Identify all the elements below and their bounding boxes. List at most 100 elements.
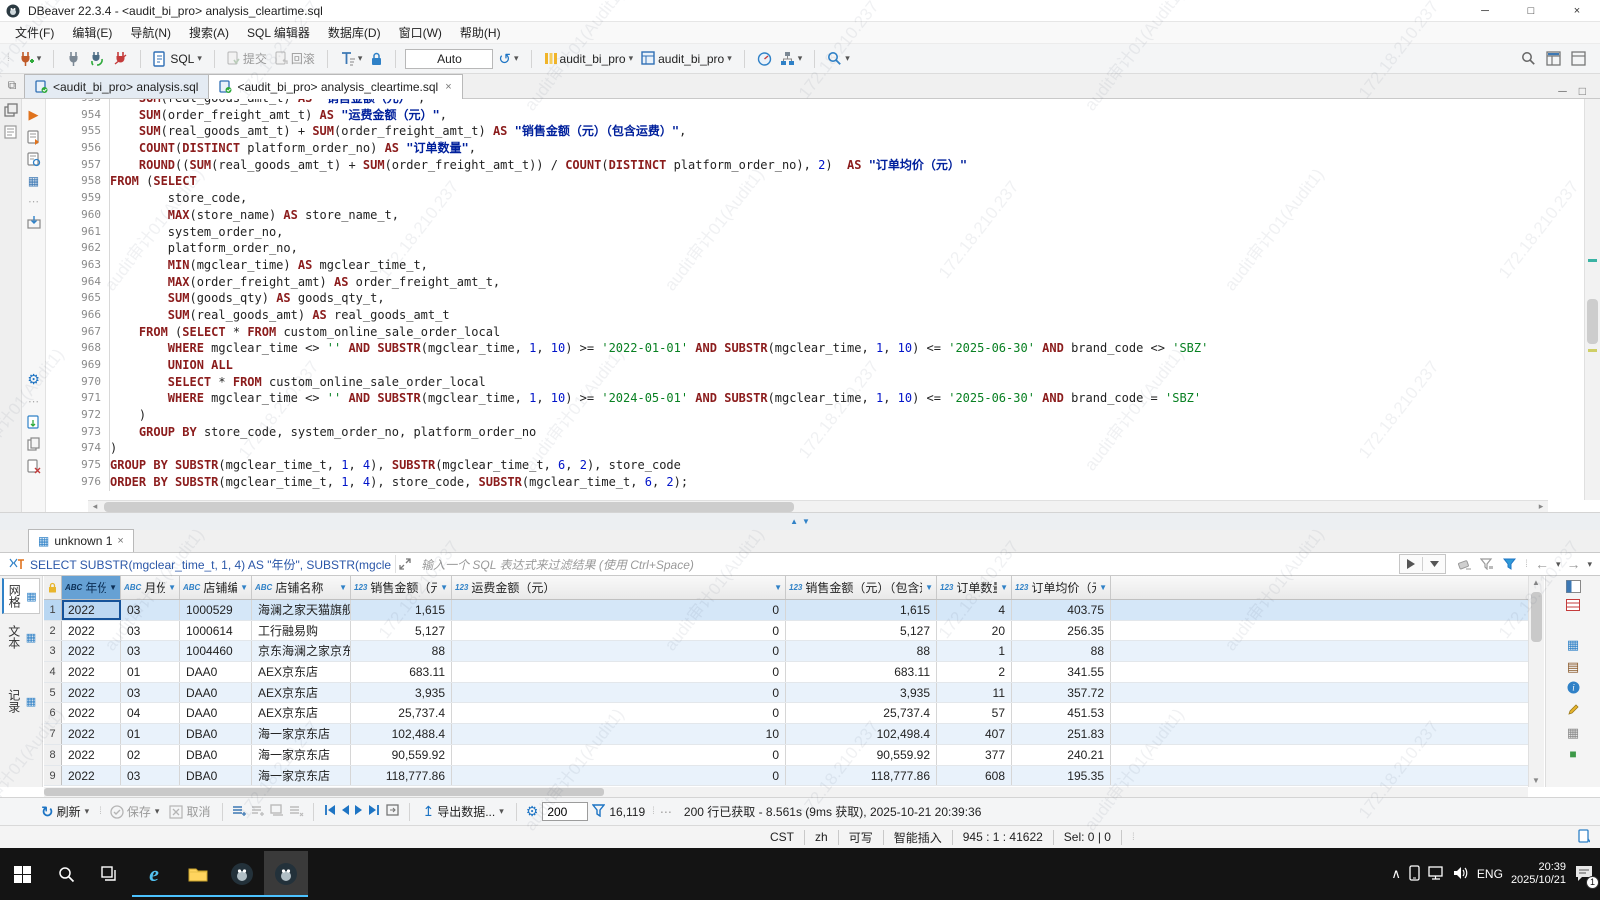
table-cell[interactable]: 341.55 bbox=[1012, 662, 1111, 682]
settings-gear-icon[interactable]: ⚙ bbox=[27, 371, 40, 388]
tray-phone-icon[interactable] bbox=[1409, 865, 1420, 884]
restore-panel-icon[interactable]: ⧉ bbox=[0, 73, 24, 98]
column-header[interactable]: ABC店铺编码▼ bbox=[180, 576, 252, 599]
table-cell[interactable]: DBA0 bbox=[180, 745, 252, 765]
table-cell[interactable]: 11 bbox=[937, 683, 1012, 703]
code-line[interactable]: WHERE mgclear_time <> '' AND SUBSTR(mgcl… bbox=[110, 390, 1548, 407]
menu-item[interactable]: SQL 编辑器 bbox=[238, 22, 319, 44]
row-number[interactable]: 3 bbox=[44, 641, 62, 661]
window-maximize-button[interactable]: □ bbox=[1508, 0, 1554, 22]
dbeaver-taskbar-button-active[interactable] bbox=[264, 851, 308, 897]
table-cell[interactable]: 03 bbox=[121, 621, 180, 641]
table-cell[interactable]: 90,559.92 bbox=[351, 745, 452, 765]
explain-icon[interactable] bbox=[27, 152, 41, 167]
code-line[interactable]: WHERE mgclear_time <> '' AND SUBSTR(mgcl… bbox=[110, 340, 1548, 357]
table-cell[interactable]: 2022 bbox=[62, 703, 121, 723]
dropdown-icon[interactable]: ▾ bbox=[85, 806, 90, 817]
filter-history-icon[interactable] bbox=[1423, 555, 1445, 573]
previous-row-icon[interactable] bbox=[340, 804, 350, 819]
table-cell[interactable]: 118,777.86 bbox=[351, 766, 452, 786]
row-number[interactable]: 4 bbox=[44, 662, 62, 682]
table-cell[interactable]: 1 bbox=[937, 641, 1012, 661]
delete-script-icon[interactable] bbox=[27, 459, 41, 474]
code-line[interactable]: SUM(real_goods_amt) AS real_goods_amt_t bbox=[110, 307, 1548, 324]
table-cell[interactable]: 683.11 bbox=[351, 662, 452, 682]
column-header[interactable]: ABC年份▼ bbox=[62, 576, 121, 599]
table-cell[interactable]: DAA0 bbox=[180, 683, 252, 703]
column-menu-icon[interactable]: ▼ bbox=[925, 583, 933, 592]
export-result-icon[interactable] bbox=[27, 215, 41, 229]
table-cell[interactable]: 03 bbox=[121, 766, 180, 786]
schema-select[interactable]: audit_bi_pro ▾ bbox=[638, 49, 735, 68]
quick-search-icon[interactable] bbox=[1521, 51, 1536, 66]
scroll-up-icon[interactable]: ▲ bbox=[1532, 578, 1540, 587]
table-cell[interactable]: 3,935 bbox=[786, 683, 937, 703]
table-cell[interactable]: 02 bbox=[121, 745, 180, 765]
transaction-log-button[interactable]: ▾ bbox=[337, 49, 366, 68]
taskbar-search-button[interactable] bbox=[44, 851, 88, 897]
execute-script-icon[interactable] bbox=[27, 130, 41, 145]
table-cell[interactable]: 京东海澜之家京东旗舰店 bbox=[252, 641, 351, 661]
row-number[interactable]: 1 bbox=[44, 600, 62, 620]
value-viewer-icon[interactable]: ▦ bbox=[1567, 637, 1579, 653]
table-cell[interactable]: 海一家京东店 bbox=[252, 745, 351, 765]
tray-volume-icon[interactable] bbox=[1453, 866, 1469, 883]
scroll-right-icon[interactable]: ▸ bbox=[1534, 501, 1548, 513]
code-line[interactable]: ORDER BY SUBSTR(mgclear_time_t, 1, 4), s… bbox=[110, 474, 1548, 491]
commit-button[interactable]: 提交 bbox=[224, 48, 270, 69]
column-header[interactable]: 123销售金额（元）（包含运费）▼ bbox=[786, 576, 937, 599]
sash-expand-icon[interactable]: ▼ bbox=[802, 517, 810, 526]
row-number[interactable]: 9 bbox=[44, 766, 62, 786]
apply-filter-icon[interactable] bbox=[1400, 555, 1422, 573]
table-cell[interactable]: 407 bbox=[937, 724, 1012, 744]
table-cell[interactable]: 377 bbox=[937, 745, 1012, 765]
table-cell[interactable]: 0 bbox=[452, 703, 786, 723]
perspective-icon[interactable] bbox=[1546, 51, 1561, 66]
menu-item[interactable]: 编辑(E) bbox=[63, 22, 121, 44]
disconnect-button[interactable] bbox=[110, 49, 131, 68]
code-area[interactable]: SUM(real_goods_amt_t) AS "销售金额（元）", SUM(… bbox=[110, 99, 1548, 491]
code-line[interactable]: UNION ALL bbox=[110, 357, 1548, 374]
goto-row-icon[interactable] bbox=[385, 803, 400, 820]
table-cell[interactable]: 195.35 bbox=[1012, 766, 1111, 786]
clear-filter-icon[interactable] bbox=[1456, 555, 1474, 573]
editor-horizontal-scrollbar[interactable]: ◂ ▸ bbox=[88, 500, 1548, 512]
more-options-icon[interactable]: ⋯ bbox=[28, 395, 39, 408]
save-button[interactable]: 保存 ▾ bbox=[107, 801, 163, 822]
table-row[interactable]: 9202203DBA0海一家京东店118,777.860118,777.8660… bbox=[44, 766, 1528, 787]
grid-panel-icon[interactable]: ▦ bbox=[1567, 725, 1579, 741]
code-line[interactable]: SUM(goods_qty) AS goods_qty_t, bbox=[110, 290, 1548, 307]
table-cell[interactable]: 01 bbox=[121, 662, 180, 682]
record-mode-icon[interactable] bbox=[1566, 599, 1580, 611]
view-tab-grid[interactable]: ▦网格 bbox=[2, 578, 39, 614]
maximize-editor-icon[interactable]: □ bbox=[1579, 84, 1586, 98]
connect-button[interactable] bbox=[63, 49, 84, 68]
code-line[interactable]: MIN(mgclear_time) AS mgclear_time_t, bbox=[110, 257, 1548, 274]
database-select[interactable]: audit_bi_pro ▾ bbox=[541, 49, 637, 68]
action-center-button[interactable]: 1 bbox=[1574, 864, 1594, 885]
expand-filter-icon[interactable] bbox=[395, 555, 413, 573]
table-row[interactable]: 4202201DAA0AEX京东店683.110683.112341.55 bbox=[44, 662, 1528, 683]
table-cell[interactable]: 20 bbox=[937, 621, 1012, 641]
filters-forward-icon[interactable]: → bbox=[1564, 555, 1582, 573]
table-cell[interactable]: 1,615 bbox=[786, 600, 937, 620]
active-filter-query[interactable]: SELECT SUBSTR(mgclear_time_t, 1, 4) AS "… bbox=[30, 556, 391, 573]
notification-doc-icon[interactable] bbox=[1578, 829, 1590, 846]
minimize-editor-icon[interactable]: ─ bbox=[1558, 84, 1567, 98]
dashboard-button[interactable] bbox=[754, 49, 775, 68]
results-tab[interactable]: ▦ unknown 1 × bbox=[28, 529, 134, 552]
editor-tab[interactable]: <audit_bi_pro> analysis.sql bbox=[24, 74, 209, 98]
code-line[interactable]: GROUP BY store_code, system_order_no, pl… bbox=[110, 424, 1548, 441]
more-actions-icon[interactable]: ⋯ bbox=[28, 195, 39, 208]
table-cell[interactable]: DBA0 bbox=[180, 766, 252, 786]
table-cell[interactable]: 0 bbox=[452, 662, 786, 682]
editor-results-sash[interactable]: ▲ ▼ bbox=[0, 512, 1600, 530]
table-cell[interactable]: 4 bbox=[937, 600, 1012, 620]
table-cell[interactable]: 2022 bbox=[62, 766, 121, 786]
filter-input[interactable]: 输入一个 SQL 表达式来过滤结果 (使用 Ctrl+Space) bbox=[421, 556, 1399, 573]
table-row[interactable]: 6202204DAA0AEX京东店25,737.4025,737.457451.… bbox=[44, 703, 1528, 724]
tray-network-icon[interactable] bbox=[1428, 866, 1445, 883]
code-line[interactable]: FROM (SELECT bbox=[110, 173, 1548, 190]
tray-language[interactable]: ENG bbox=[1477, 867, 1503, 881]
column-menu-icon[interactable]: ▼ bbox=[339, 583, 347, 592]
